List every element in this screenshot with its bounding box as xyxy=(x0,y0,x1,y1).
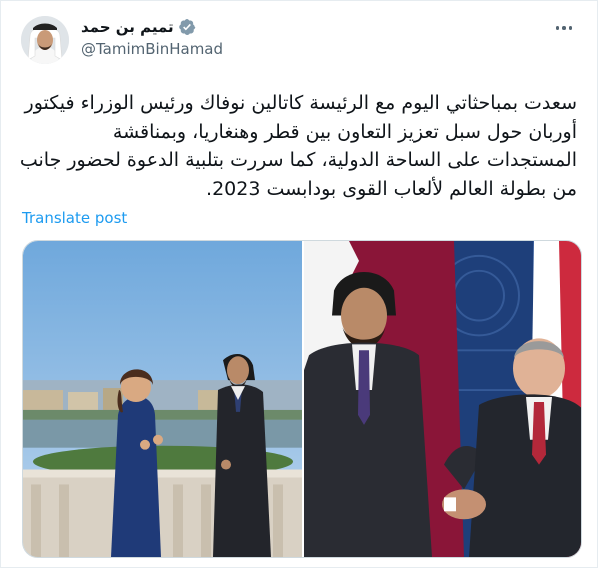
tweet-text-line: من بطولة العالم لألعاب القوى بودابست 202… xyxy=(206,177,577,200)
photo-terrace-meeting[interactable] xyxy=(23,241,302,557)
tweet-text-line: سعدت بمباحثاتي اليوم مع الرئيسة كاتالين … xyxy=(24,92,577,114)
author-name-row: تميم بن حمد xyxy=(81,17,501,37)
tweet-author: تميم بن حمد @TamimBinHamad xyxy=(81,17,501,59)
verified-badge-icon xyxy=(178,18,196,36)
avatar[interactable] xyxy=(21,16,69,64)
author-display-name[interactable]: تميم بن حمد xyxy=(81,17,174,37)
tweet-text-line: أوربان حول سبل تعزيز التعاون بين قطر وهن… xyxy=(112,120,577,143)
tweet-card: تميم بن حمد @TamimBinHamad سعدت بمباحثات… xyxy=(0,0,598,568)
tweet-text: سعدت بمباحثاتي اليوم مع الرئيسة كاتالين … xyxy=(19,89,577,203)
photo-handshake[interactable] xyxy=(304,241,581,557)
translate-post-link[interactable]: Translate post xyxy=(22,208,127,228)
tweet-text-line: المستجدات على الساحة الدولية، كما سررت ب… xyxy=(19,149,577,171)
tweet-media xyxy=(22,240,582,558)
more-options-icon[interactable] xyxy=(553,19,575,37)
author-handle[interactable]: @TamimBinHamad xyxy=(81,39,501,59)
